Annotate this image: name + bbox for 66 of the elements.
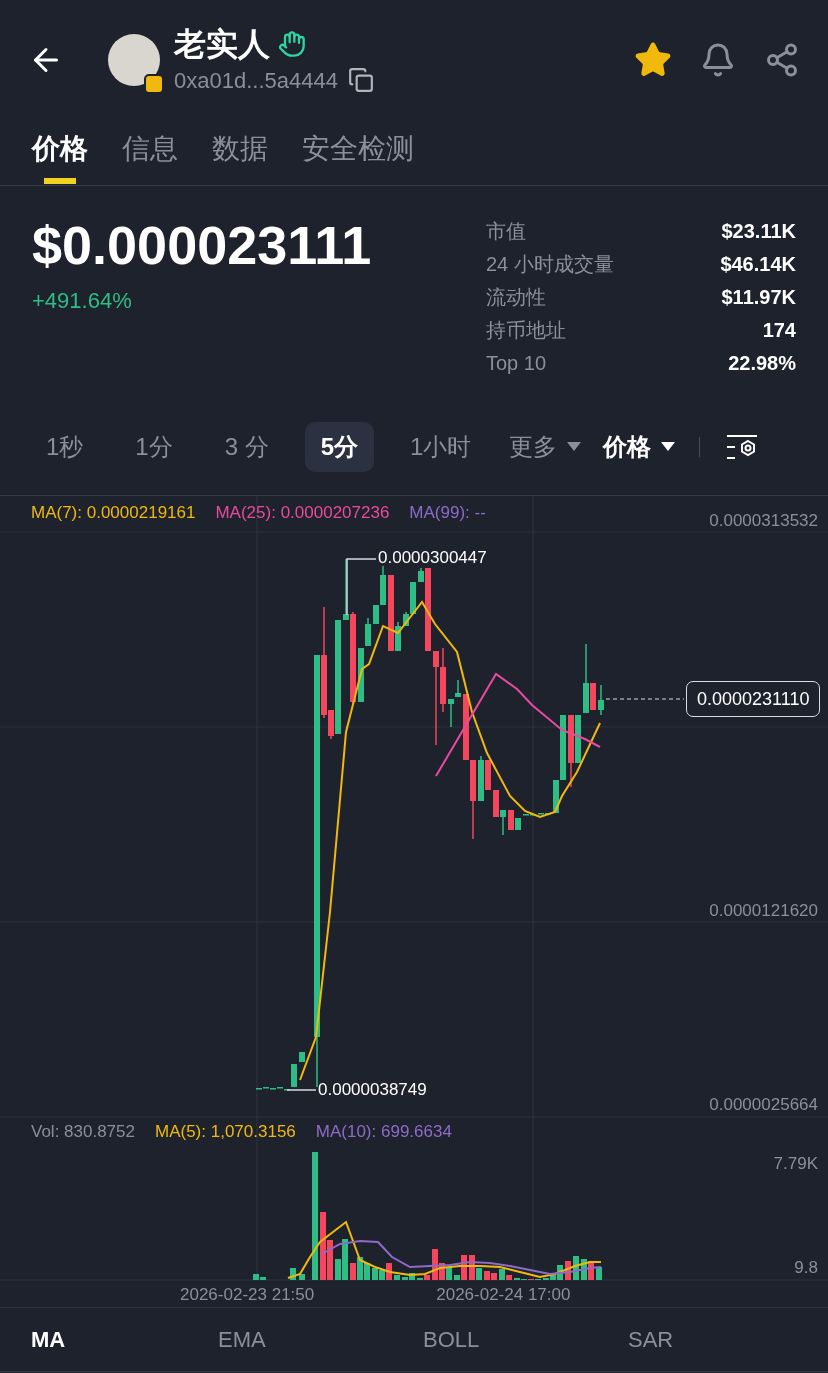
copy-icon[interactable] (347, 67, 374, 93)
indicator-tab[interactable]: SAR (628, 1323, 748, 1356)
favorite-star-icon[interactable] (634, 41, 672, 79)
dropdown-button[interactable]: 价格 (603, 428, 676, 465)
interval-tab[interactable]: 1分 (119, 421, 189, 472)
token-name: 老实人 (174, 24, 270, 64)
interval-tab[interactable]: 3 分 (208, 421, 285, 472)
price-axis-label: 0.0000313532 (709, 511, 818, 531)
high-price-label: 0.0000300447 (378, 548, 487, 568)
bell-icon[interactable] (700, 42, 736, 78)
tab[interactable]: 信息 (122, 120, 178, 184)
volume-legend: Vol: 830.8752 (31, 1119, 135, 1145)
contract-address: 0xa01d...5a4444 (174, 66, 338, 95)
price-axis-label: 0.0000121620 (709, 901, 818, 921)
interval-tab[interactable]: 5分 (304, 421, 375, 472)
price-value: $0.000023111 (32, 214, 372, 277)
volume-bar (394, 1275, 400, 1280)
volume-axis-label: 9.8 (794, 1258, 818, 1278)
leader-line (286, 1089, 317, 1091)
price-change: +491.64% (32, 287, 133, 315)
tab[interactable]: 价格 (32, 120, 88, 184)
leader-line (346, 558, 377, 616)
stat-label: 24 小时成交量 (486, 251, 614, 277)
volume-bar (290, 1268, 296, 1280)
volume-legend: MA(5): 1,070.3156 (155, 1119, 296, 1145)
stat-label: 流动性 (486, 284, 546, 310)
stat-value: $11.97K (721, 284, 796, 310)
tab-indicator (44, 178, 76, 184)
interval-tab[interactable]: 1秒 (30, 421, 100, 472)
avatar (108, 34, 160, 86)
settings-icon[interactable] (726, 433, 759, 460)
ma-legend: MA(7): 0.0000219161 (31, 500, 196, 526)
volume-bar (299, 1274, 305, 1280)
hand-icon (278, 29, 306, 58)
indicator-tab[interactable]: MA (31, 1323, 218, 1356)
stat-label: Top 10 (486, 350, 547, 376)
date-axis-label: 2026-02-24 17:00 (436, 1283, 571, 1306)
volume-bar (596, 1267, 602, 1280)
volume-axis-label: 7.79K (773, 1154, 818, 1174)
share-icon[interactable] (764, 42, 800, 78)
stat-label: 市值 (486, 218, 526, 244)
ma-legend: MA(99): -- (409, 500, 486, 526)
current-price-label: 0.0000231110 (686, 681, 821, 717)
candle (299, 1051, 305, 1063)
dropdown-button[interactable]: 更多 (509, 428, 582, 465)
indicator-tab[interactable]: BOLL (423, 1323, 628, 1356)
stat-value: 22.98% (728, 350, 796, 376)
price-axis-label: 0.0000025664 (709, 1095, 818, 1115)
caret-icon (567, 441, 582, 452)
tab[interactable]: 安全检测 (302, 120, 414, 184)
interval-tab[interactable]: 1小时 (394, 421, 488, 472)
ma-legend: MA(25): 0.0000207236 (215, 500, 390, 526)
chain-badge-icon (144, 74, 164, 94)
stat-value: $23.11K (721, 218, 796, 244)
indicator-tab[interactable]: EMA (218, 1323, 423, 1356)
volume-legend: MA(10): 699.6634 (315, 1119, 452, 1145)
stat-label: 持币地址 (486, 317, 566, 343)
stat-value: 174 (762, 317, 796, 343)
date-axis-label: 2026-02-23 21:50 (180, 1283, 315, 1306)
low-price-label: 0.0000038749 (318, 1080, 427, 1100)
caret-icon (661, 441, 676, 452)
candle (598, 684, 604, 716)
volume-bar (565, 1261, 571, 1280)
tab[interactable]: 数据 (212, 120, 268, 184)
volume-bar (573, 1256, 579, 1280)
stat-value: $46.14K (720, 251, 796, 277)
